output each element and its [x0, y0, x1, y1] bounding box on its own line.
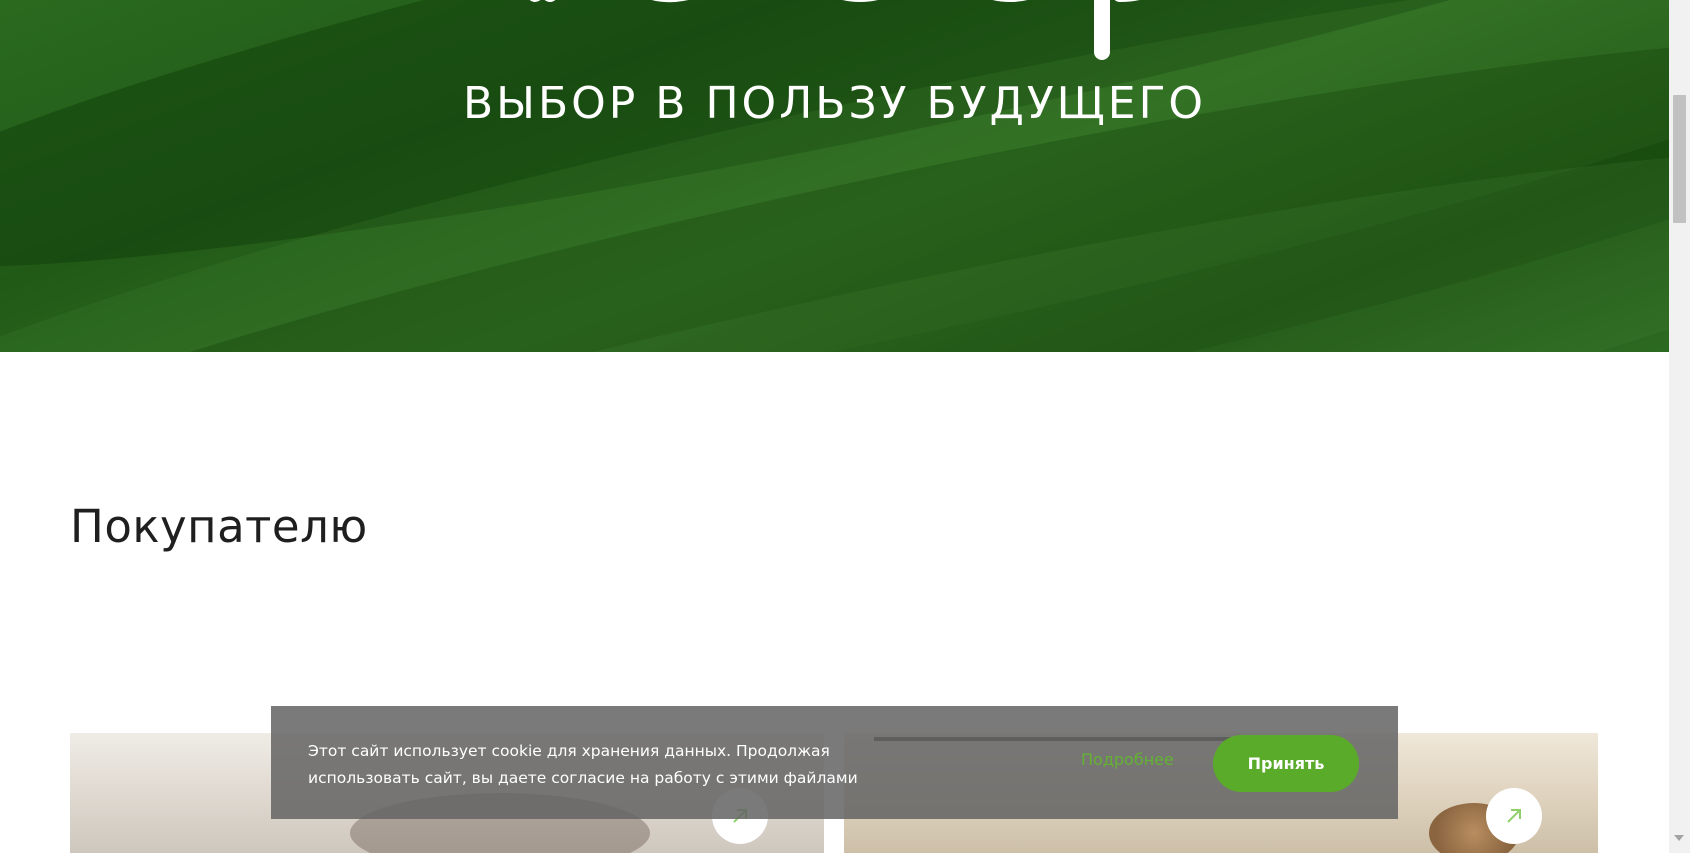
section-title: Покупателю	[70, 500, 368, 553]
page-scrollbar[interactable]	[1669, 0, 1690, 853]
card-link-button[interactable]	[1486, 788, 1542, 844]
hero-banner: ВЫБОР В ПОЛЬЗУ БУДУЩЕГО	[0, 0, 1669, 352]
scrollbar-thumb[interactable]	[1673, 95, 1686, 223]
cookie-accept-button[interactable]: Принять	[1213, 735, 1359, 792]
cookie-text: Этот сайт использует cookie для хранения…	[308, 742, 858, 787]
cookie-banner: Этот сайт использует cookie для хранения…	[271, 706, 1398, 819]
scroll-down-arrow-icon[interactable]	[1674, 835, 1684, 841]
hero-tagline: ВЫБОР В ПОЛЬЗУ БУДУЩЕГО	[462, 78, 1207, 129]
cookie-more-link[interactable]: Подробнее	[1081, 750, 1174, 769]
hero-logo	[529, 0, 1140, 60]
arrow-up-right-icon	[1507, 809, 1521, 823]
